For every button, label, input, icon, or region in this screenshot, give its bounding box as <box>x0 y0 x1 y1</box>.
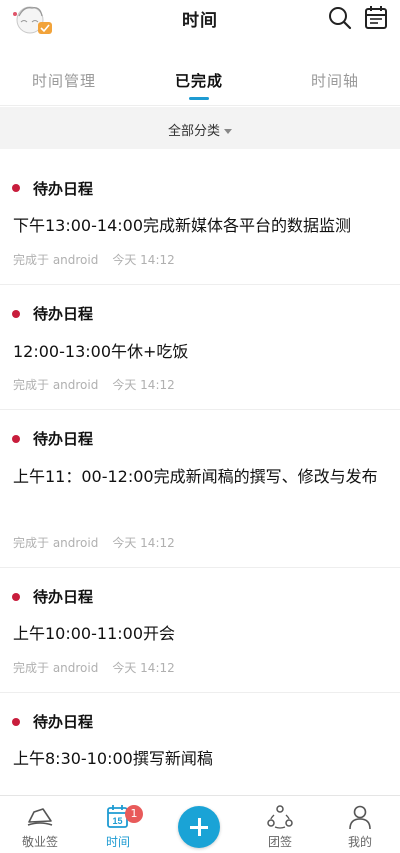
ship-icon <box>25 804 55 830</box>
nav-jingyeqian[interactable]: 敬业签 <box>0 796 80 853</box>
category-dot-icon <box>12 435 20 443</box>
tab-timeline[interactable]: 时间轴 <box>280 70 390 91</box>
item-content: 下午13:00-14:00完成新媒体各平台的数据监测 <box>13 216 351 235</box>
item-category: 待办日程 <box>33 430 94 448</box>
list-item[interactable]: 待办日程 上午8:30-10:00撰写新闻稿 <box>0 693 400 795</box>
notification-badge: 1 <box>125 805 143 823</box>
tab-time-management[interactable]: 时间管理 <box>9 70 119 91</box>
nav-label: 我的 <box>347 835 372 849</box>
calendar-day-number: 15 <box>112 816 122 826</box>
item-category: 待办日程 <box>33 713 94 731</box>
nav-team[interactable]: 团签 <box>240 796 320 853</box>
item-source: 完成于 android <box>13 253 99 267</box>
active-tab-indicator <box>189 97 209 100</box>
item-meta: 完成于 android 今天 14:12 <box>13 376 175 393</box>
item-time: 今天 14:12 <box>112 536 175 550</box>
bottom-nav: 敬业签 15 1 时间 团签 我的 <box>0 795 400 853</box>
category-filter-label: 全部分类 <box>167 124 220 139</box>
nav-mine[interactable]: 我的 <box>320 796 400 853</box>
item-source: 完成于 android <box>13 378 99 392</box>
list-item[interactable]: 待办日程 上午11：00-12:00完成新闻稿的撰写、修改与发布 完成于 and… <box>0 410 400 568</box>
item-time: 今天 14:12 <box>112 253 175 267</box>
nav-label: 时间 <box>105 835 130 849</box>
caret-down-icon <box>224 129 232 134</box>
item-meta: 完成于 android 今天 14:12 <box>13 659 175 676</box>
item-content: 12:00-13:00午休+吃饭 <box>13 342 189 361</box>
team-icon <box>265 804 295 830</box>
item-meta: 完成于 android 今天 14:12 <box>13 534 175 551</box>
nav-time[interactable]: 15 1 时间 <box>78 796 158 853</box>
tab-bar: 时间管理 已完成 时间轴 <box>0 52 400 106</box>
category-dot-icon <box>12 184 20 192</box>
item-time: 今天 14:12 <box>112 378 175 392</box>
item-source: 完成于 android <box>13 536 99 550</box>
item-category: 待办日程 <box>33 180 94 198</box>
category-filter[interactable]: 全部分类 <box>0 107 400 149</box>
category-dot-icon <box>12 593 20 601</box>
add-button[interactable] <box>178 806 220 848</box>
item-meta: 完成于 android 今天 14:12 <box>13 251 175 268</box>
person-icon <box>345 804 375 830</box>
tab-completed[interactable]: 已完成 <box>144 70 254 91</box>
nav-label: 敬业签 <box>21 835 58 849</box>
category-dot-icon <box>12 718 20 726</box>
list-item[interactable]: 待办日程 下午13:00-14:00完成新媒体各平台的数据监测 完成于 andr… <box>0 155 400 285</box>
item-category: 待办日程 <box>33 305 94 323</box>
top-bar: 时间 <box>0 0 400 44</box>
item-source: 完成于 android <box>13 661 99 675</box>
search-icon[interactable] <box>326 4 354 32</box>
item-content: 上午10:00-11:00开会 <box>13 624 175 643</box>
calendar-icon[interactable] <box>362 4 390 32</box>
category-dot-icon <box>12 310 20 318</box>
item-category: 待办日程 <box>33 588 94 606</box>
list-item[interactable]: 待办日程 12:00-13:00午休+吃饭 完成于 android 今天 14:1… <box>0 285 400 410</box>
item-content: 上午11：00-12:00完成新闻稿的撰写、修改与发布 <box>13 467 378 486</box>
list-item[interactable]: 待办日程 上午10:00-11:00开会 完成于 android 今天 14:12 <box>0 568 400 693</box>
nav-label: 团签 <box>267 835 292 849</box>
item-content: 上午8:30-10:00撰写新闻稿 <box>13 749 213 768</box>
item-time: 今天 14:12 <box>112 661 175 675</box>
